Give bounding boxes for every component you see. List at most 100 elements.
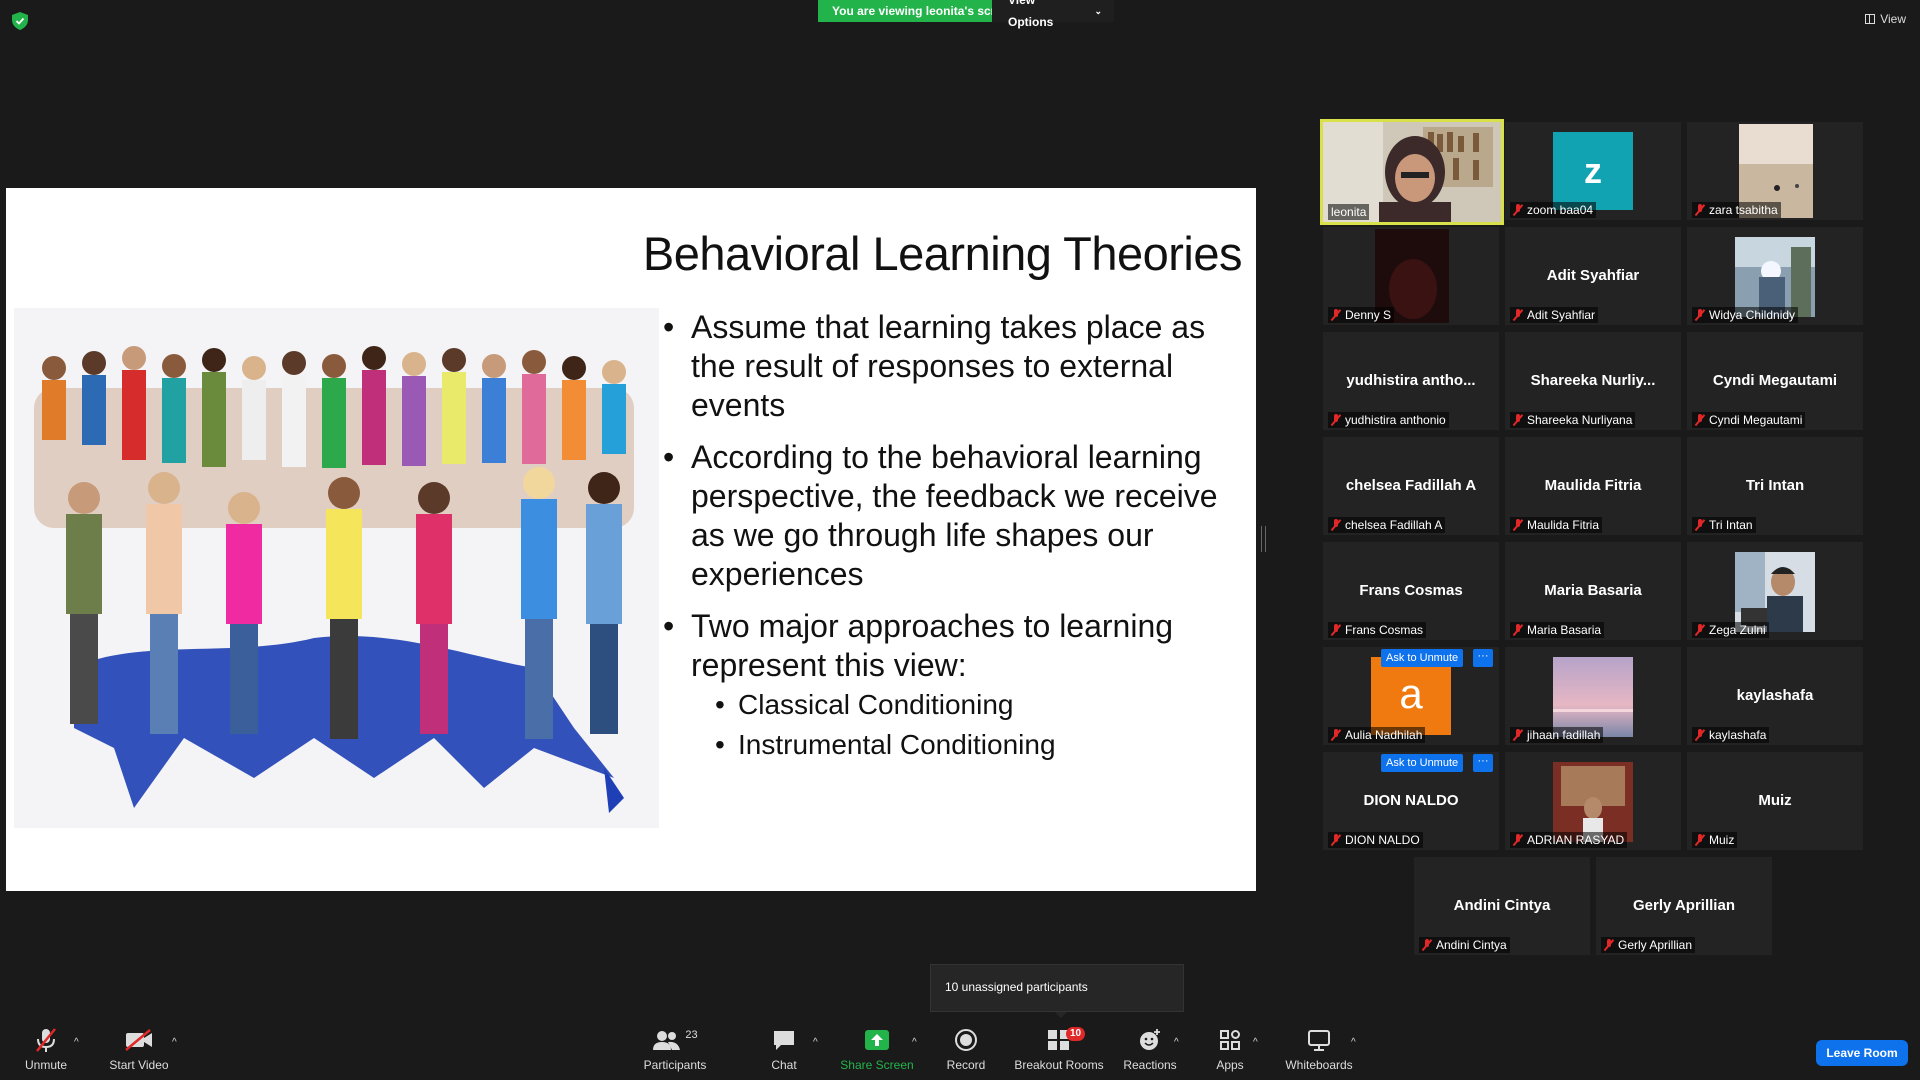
- participants-button[interactable]: 23 Participants: [640, 1027, 710, 1072]
- slide-title: Behavioral Learning Theories: [642, 227, 1243, 280]
- mic-muted-icon: [1513, 519, 1523, 531]
- participant-tile[interactable]: Maulida Fitria Maulida Fitria: [1505, 437, 1681, 535]
- slide-sub-bullet: Instrumental Conditioning: [661, 725, 1251, 765]
- participant-display-name: Shareeka Nurliy...: [1530, 372, 1656, 389]
- participant-tile[interactable]: Shareeka Nurliy... Shareeka Nurliyana: [1505, 332, 1681, 430]
- mic-muted-icon: [1513, 729, 1523, 741]
- meeting-toolbar: Unmute ^ Start Video ^ 23 Participants C…: [0, 1015, 1920, 1080]
- participant-tile[interactable]: Widya Childnidy: [1687, 227, 1863, 325]
- leave-room-button[interactable]: Leave Room: [1816, 1040, 1908, 1066]
- participant-tile[interactable]: Adit Syahfiar Adit Syahfiar: [1505, 227, 1681, 325]
- participant-tile[interactable]: yudhistira antho... yudhistira anthonio: [1323, 332, 1499, 430]
- participant-display-name: yudhistira antho...: [1346, 372, 1476, 389]
- participant-tile[interactable]: Frans Cosmas Frans Cosmas: [1323, 542, 1499, 640]
- participant-tile[interactable]: Cyndi Megautami Cyndi Megautami: [1687, 332, 1863, 430]
- apps-button[interactable]: Apps: [1212, 1027, 1248, 1072]
- participant-display-name: chelsea Fadillah A: [1345, 477, 1477, 494]
- participant-display-name: Maria Basaria: [1544, 582, 1642, 599]
- participant-tile[interactable]: Tri Intan Tri Intan: [1687, 437, 1863, 535]
- view-options-button[interactable]: View Options ⌄: [992, 0, 1114, 29]
- view-button[interactable]: View: [1865, 12, 1906, 26]
- unassigned-participants-tooltip[interactable]: 10 unassigned participants: [930, 964, 1184, 1018]
- mic-muted-icon: [1513, 624, 1523, 636]
- record-button[interactable]: Record: [944, 1027, 988, 1072]
- participant-tile[interactable]: a Ask to Unmute ··· Aulia Nadhilah: [1323, 647, 1499, 745]
- share-screen-label: Share Screen: [840, 1058, 914, 1072]
- participant-name-label: ADRIAN RASYAD: [1510, 832, 1628, 848]
- mic-muted-icon: [1331, 834, 1341, 846]
- view-options-label: View Options: [1008, 0, 1054, 29]
- ask-to-unmute-button[interactable]: Ask to Unmute: [1381, 649, 1464, 667]
- participant-tile[interactable]: zara tsabitha: [1687, 122, 1863, 220]
- chat-label: Chat: [771, 1058, 797, 1072]
- participant-name-label: Widya Childnidy: [1692, 307, 1799, 323]
- participant-tile[interactable]: kaylashafa kaylashafa: [1687, 647, 1863, 745]
- video-options-caret-icon[interactable]: ^: [172, 1037, 177, 1048]
- participant-tile[interactable]: jihaan fadillah: [1505, 647, 1681, 745]
- chevron-down-icon: ⌄: [1094, 6, 1102, 16]
- participant-tile[interactable]: Maria Basaria Maria Basaria: [1505, 542, 1681, 640]
- participant-name-label: Tri Intan: [1692, 517, 1756, 533]
- participant-tile[interactable]: ADRIAN RASYAD: [1505, 752, 1681, 850]
- screen-share-banner: You are viewing leonita's screen View Op…: [818, 0, 1114, 29]
- participant-tile[interactable]: z zoom baa04: [1505, 122, 1681, 220]
- more-options-button[interactable]: ···: [1473, 649, 1493, 667]
- whiteboards-options-caret-icon[interactable]: ^: [1351, 1037, 1356, 1048]
- security-shield-icon[interactable]: [12, 12, 28, 30]
- participant-tile[interactable]: Zega Zulni: [1687, 542, 1863, 640]
- participant-display-name: Adit Syahfiar: [1546, 267, 1640, 284]
- share-screen-button[interactable]: Share Screen: [840, 1027, 914, 1072]
- unmute-button[interactable]: Unmute: [18, 1027, 74, 1072]
- ask-to-unmute-button[interactable]: Ask to Unmute: [1381, 754, 1464, 772]
- share-options-caret-icon[interactable]: ^: [912, 1037, 917, 1048]
- panel-resize-handle[interactable]: [1261, 526, 1266, 552]
- participant-tile[interactable]: Gerly Aprillian Gerly Aprillian: [1596, 857, 1772, 955]
- participant-name-label: Maulida Fitria: [1510, 517, 1603, 533]
- share-screen-icon: [865, 1030, 889, 1050]
- reactions-button[interactable]: Reactions: [1122, 1027, 1178, 1072]
- whiteboards-button[interactable]: Whiteboards: [1282, 1027, 1356, 1072]
- participant-tile[interactable]: chelsea Fadillah A chelsea Fadillah A: [1323, 437, 1499, 535]
- slide-bullet: Assume that learning takes place as the …: [661, 308, 1251, 425]
- participant-video: [1735, 552, 1815, 632]
- participant-name-label: chelsea Fadillah A: [1328, 517, 1446, 533]
- participant-name-label: jihaan fadillah: [1510, 727, 1604, 743]
- chat-button[interactable]: Chat: [764, 1027, 804, 1072]
- mic-muted-icon: [1331, 624, 1341, 636]
- start-video-button[interactable]: Start Video: [104, 1027, 174, 1072]
- slide-bullet: According to the behavioral learning per…: [661, 438, 1251, 594]
- gallery-view-icon: [1865, 14, 1876, 24]
- view-label: View: [1880, 12, 1906, 26]
- mic-muted-icon: [1331, 309, 1341, 321]
- participant-name-label: Maria Basaria: [1510, 622, 1605, 638]
- participants-count: 23: [685, 1029, 698, 1041]
- audio-options-caret-icon[interactable]: ^: [74, 1037, 79, 1048]
- participant-name-label: DION NALDO: [1328, 832, 1423, 848]
- chat-icon: [774, 1031, 794, 1050]
- mic-muted-icon: [1513, 309, 1523, 321]
- participant-video: [1553, 657, 1633, 737]
- mic-muted-icon: [1695, 414, 1705, 426]
- participant-name-label: Andini Cintya: [1419, 937, 1510, 953]
- participant-video: [1735, 237, 1815, 317]
- mic-muted-icon: [1695, 624, 1705, 636]
- reactions-icon: [1140, 1029, 1160, 1050]
- participant-tile[interactable]: Ask to Unmute ··· DION NALDO DION NALDO: [1323, 752, 1499, 850]
- participant-display-name: Cyndi Megautami: [1712, 372, 1838, 389]
- chat-options-caret-icon[interactable]: ^: [813, 1037, 818, 1048]
- participants-label: Participants: [643, 1058, 707, 1072]
- mic-muted-icon: [1695, 729, 1705, 741]
- apps-options-caret-icon[interactable]: ^: [1253, 1037, 1258, 1048]
- reactions-options-caret-icon[interactable]: ^: [1174, 1037, 1179, 1048]
- participant-name-label: Shareeka Nurliyana: [1510, 412, 1636, 428]
- participant-tile[interactable]: Denny S: [1323, 227, 1499, 325]
- more-options-button[interactable]: ···: [1473, 754, 1493, 772]
- participant-tile[interactable]: Andini Cintya Andini Cintya: [1414, 857, 1590, 955]
- apps-icon: [1220, 1030, 1240, 1050]
- participant-name-label: Adit Syahfiar: [1510, 307, 1599, 323]
- breakout-rooms-button[interactable]: Breakout Rooms 10: [1012, 1027, 1106, 1072]
- participant-name-label: Denny S: [1328, 307, 1395, 323]
- participant-tile-active-speaker[interactable]: leonita: [1320, 119, 1504, 225]
- participant-tile[interactable]: Muiz Muiz: [1687, 752, 1863, 850]
- microphone-muted-icon: [36, 1028, 56, 1052]
